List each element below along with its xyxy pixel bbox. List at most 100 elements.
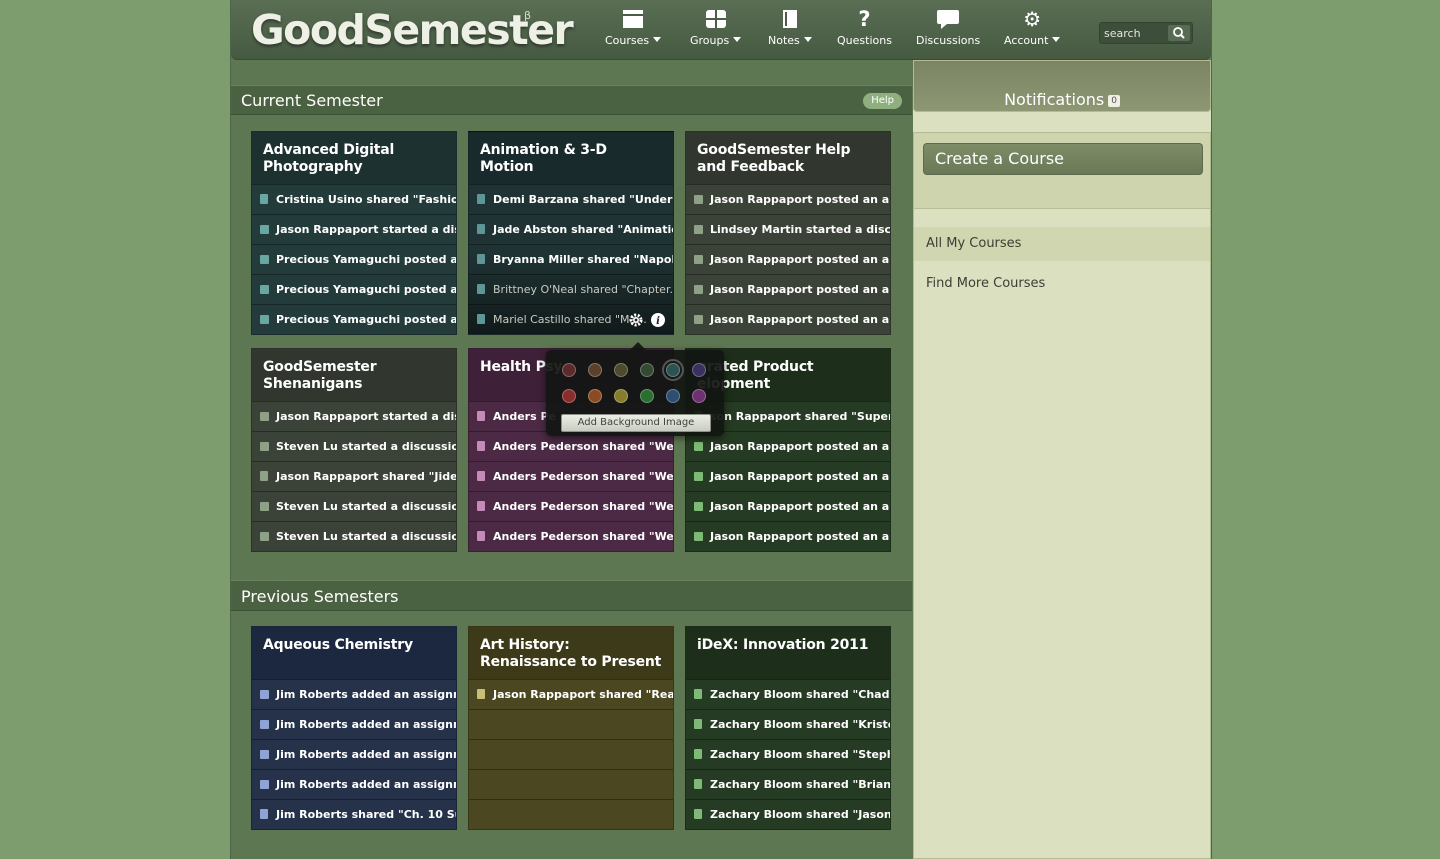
activity-item[interactable]: Steven Lu started a discussion bbox=[252, 431, 456, 461]
add-background-image-button[interactable]: Add Background Image bbox=[561, 414, 711, 432]
notifications-button[interactable]: Notifications 0 bbox=[913, 60, 1211, 112]
discussion-icon bbox=[260, 532, 269, 541]
activity-item[interactable]: Jason Rappaport posted an ann... bbox=[686, 491, 890, 521]
nav-groups[interactable]: Groups bbox=[690, 8, 742, 47]
document-icon bbox=[477, 254, 485, 264]
course-title[interactable]: Art History: Renaissance to Present bbox=[469, 627, 673, 679]
color-swatch[interactable] bbox=[562, 363, 576, 377]
activity-item[interactable]: Zachary Bloom shared "Stephen... bbox=[686, 739, 890, 769]
activity-text: Jason Rappaport started a disc... bbox=[276, 223, 456, 236]
activity-item[interactable]: Jim Roberts added an assignme... bbox=[252, 739, 456, 769]
course-card[interactable]: GoodSemester Help and Feedback Jason Rapp… bbox=[685, 131, 891, 335]
main-content: Current Semester Help Previous Semesters bbox=[231, 85, 912, 611]
course-card[interactable]: Art History: Renaissance to Present Jason… bbox=[468, 626, 674, 830]
activity-item[interactable]: Anders Pederson shared "Week ... bbox=[469, 461, 673, 491]
activity-text: Zachary Bloom shared "Kristen ... bbox=[710, 718, 890, 731]
activity-text: Anders Pederson shared "Week ... bbox=[493, 500, 673, 513]
activity-item[interactable]: Demi Barzana shared "Under th... bbox=[469, 184, 673, 214]
activity-item[interactable]: Jason Rappaport shared "Jide's ... bbox=[252, 461, 456, 491]
create-course-button[interactable]: Create a Course bbox=[923, 143, 1203, 175]
color-swatch[interactable] bbox=[666, 389, 680, 403]
activity-item[interactable]: Anders Pederson shared "Week ... bbox=[469, 521, 673, 551]
activity-item[interactable]: Jim Roberts added an assignme... bbox=[252, 709, 456, 739]
find-more-courses-link[interactable]: Find More Courses bbox=[914, 267, 1210, 301]
document-icon bbox=[477, 531, 485, 541]
document-icon bbox=[477, 471, 485, 481]
card-info-icon[interactable]: i bbox=[650, 312, 666, 328]
activity-item[interactable]: Zachary Bloom shared "Kristen ... bbox=[686, 709, 890, 739]
activity-item[interactable]: Jim Roberts shared "Ch. 10 Sup... bbox=[252, 799, 456, 829]
nav-questions[interactable]: ? Questions bbox=[837, 8, 892, 47]
color-swatch[interactable] bbox=[640, 389, 654, 403]
color-swatch[interactable] bbox=[614, 389, 628, 403]
activity-item[interactable]: Jason Rappaport shared "Realis... bbox=[469, 679, 673, 709]
document-icon bbox=[694, 809, 702, 819]
activity-text: Jason Rappaport shared "Realis... bbox=[493, 688, 673, 701]
activity-text: Jim Roberts added an assignme... bbox=[276, 688, 456, 701]
notes-icon bbox=[782, 10, 797, 28]
activity-item[interactable]: Precious Yamaguchi posted an ... bbox=[252, 274, 456, 304]
course-title[interactable]: iDeX: Innovation 2011 bbox=[686, 627, 890, 679]
course-card[interactable]: iDeX: Innovation 2011 Zachary Bloom share… bbox=[685, 626, 891, 830]
activity-item[interactable]: Zachary Bloom shared "Jason R... bbox=[686, 799, 890, 829]
color-swatch[interactable] bbox=[662, 359, 684, 381]
all-my-courses-link[interactable]: All My Courses bbox=[914, 227, 1210, 261]
activity-item[interactable]: Bryanna Miller shared "Napoleo... bbox=[469, 244, 673, 274]
activity-text: Zachary Bloom shared "Jason R... bbox=[710, 808, 890, 821]
nav-notes[interactable]: Notes bbox=[768, 8, 812, 47]
activity-item[interactable]: Lindsey Martin started a discuss... bbox=[686, 214, 890, 244]
activity-item[interactable]: Precious Yamaguchi posted an ... bbox=[252, 244, 456, 274]
search-button[interactable] bbox=[1168, 25, 1190, 41]
activity-text: Bryanna Miller shared "Napoleo... bbox=[493, 253, 673, 266]
course-card[interactable]: Animation & 3-D Motion Demi Barzana share… bbox=[468, 131, 674, 335]
nav-courses[interactable]: Courses bbox=[605, 8, 662, 47]
nav-discussions[interactable]: Discussions bbox=[916, 8, 980, 47]
notifications-label: Notifications bbox=[1004, 90, 1105, 109]
activity-item[interactable]: Jason Rappaport started a disc... bbox=[252, 401, 456, 431]
color-swatch[interactable] bbox=[692, 363, 706, 377]
activity-item[interactable]: Brittney O'Neal shared "Chapter... bbox=[469, 274, 673, 304]
color-swatch[interactable] bbox=[614, 363, 628, 377]
beta-badge: β bbox=[524, 9, 532, 22]
activity-item[interactable]: Jim Roberts added an assignme... bbox=[252, 769, 456, 799]
search-input[interactable] bbox=[1104, 26, 1166, 41]
activity-item[interactable]: Jim Roberts added an assignme... bbox=[252, 679, 456, 709]
color-swatch[interactable] bbox=[588, 363, 602, 377]
color-swatch[interactable] bbox=[588, 389, 602, 403]
activity-item[interactable]: Jason Rappaport posted an ann... bbox=[686, 244, 890, 274]
color-swatch[interactable] bbox=[692, 389, 706, 403]
activity-text: Jason Rappaport posted an ann... bbox=[710, 313, 890, 326]
card-settings-gear-icon[interactable] bbox=[628, 312, 644, 328]
activity-item[interactable]: Jason Rappaport started a disc... bbox=[252, 214, 456, 244]
activity-item[interactable]: Zachary Bloom shared "Chad P... bbox=[686, 679, 890, 709]
color-swatch[interactable] bbox=[640, 363, 654, 377]
activity-item[interactable]: Zachary Bloom shared "Brian Sl... bbox=[686, 769, 890, 799]
course-title[interactable]: GoodSemester Help and Feedback bbox=[686, 132, 890, 184]
course-card[interactable]: GoodSemester Shenanigans Jason Rappaport … bbox=[251, 348, 457, 552]
activity-item[interactable]: Jason Rappaport posted an ann... bbox=[686, 521, 890, 551]
activity-item[interactable]: Precious Yamaguchi posted an ... bbox=[252, 304, 456, 334]
activity-item[interactable]: Cristina Usino shared "Fashion ... bbox=[252, 184, 456, 214]
course-card[interactable]: Advanced Digital Photography Cristina Usi… bbox=[251, 131, 457, 335]
activity-item[interactable]: Jason Rappaport posted an ann... bbox=[686, 184, 890, 214]
activity-item[interactable]: Jason Rappaport posted an ann... bbox=[686, 304, 890, 334]
activity-item[interactable]: Jason Rappaport posted an ann... bbox=[686, 274, 890, 304]
course-title[interactable]: Aqueous Chemistry bbox=[252, 627, 456, 679]
help-button[interactable]: Help bbox=[863, 93, 902, 109]
course-title[interactable]: Animation & 3-D Motion bbox=[469, 132, 673, 184]
activity-item[interactable]: Steven Lu started a discussion bbox=[252, 521, 456, 551]
course-title[interactable]: GoodSemester Shenanigans bbox=[252, 349, 456, 401]
activity-item[interactable]: Jason Rappaport posted an ann... bbox=[686, 461, 890, 491]
color-swatch[interactable] bbox=[562, 389, 576, 403]
nav-account[interactable]: ⚙ Account bbox=[1004, 8, 1061, 47]
document-icon bbox=[694, 779, 702, 789]
course-card[interactable]: Aqueous Chemistry Jim Roberts added an as… bbox=[251, 626, 457, 830]
activity-item[interactable]: Anders Pederson shared "Week ... bbox=[469, 491, 673, 521]
svg-text:i: i bbox=[656, 316, 660, 327]
activity-text: Anders Pederson shared "Week ... bbox=[493, 440, 673, 453]
document-icon bbox=[694, 719, 702, 729]
activity-item[interactable]: Steven Lu started a discussion bbox=[252, 491, 456, 521]
activity-item[interactable]: Jade Abston shared "Animation ... bbox=[469, 214, 673, 244]
course-title[interactable]: Advanced Digital Photography bbox=[252, 132, 456, 184]
discussion-icon bbox=[694, 255, 703, 264]
